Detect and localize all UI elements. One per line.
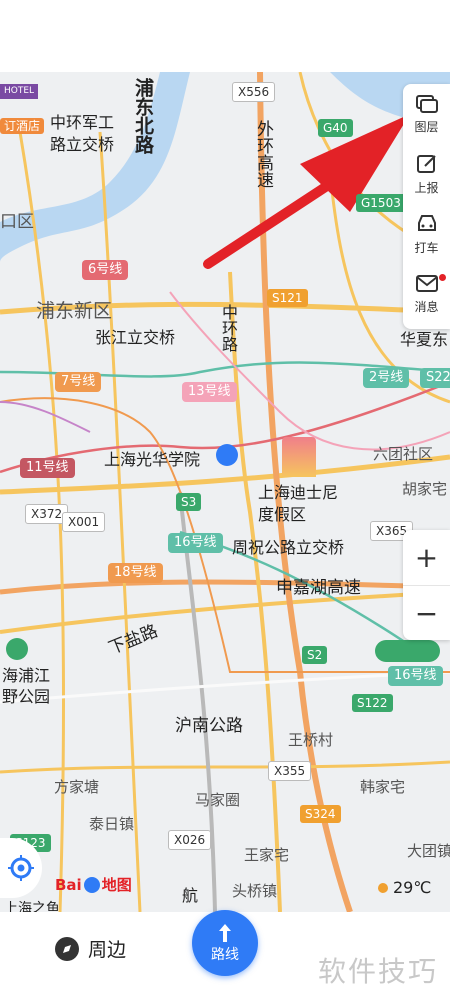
metro-line-badge: S22 [420,368,450,388]
place-label: 周祝公路立交桥 [232,538,345,557]
road-name-label: 沪南公路 [175,716,243,736]
sun-icon [378,883,388,893]
metro-line-badge: 16号线 [388,666,443,686]
metro-line-badge: 18号线 [108,563,163,583]
message-button[interactable]: 消息 [403,264,450,324]
place-label: 华夏东 [400,330,449,349]
report-icon [416,154,436,173]
baidu-logo-text: Bai [55,875,82,894]
place-label: 大团镇 [407,842,450,860]
place-label: 中环军工路立交桥 [50,113,115,154]
district-label: 浦东新区 [36,300,113,322]
right-tool-panel: 图层 上报 打车 消息 [403,84,450,329]
compass-icon [55,936,79,961]
park-icon [6,638,28,660]
baidu-paw-icon [83,876,100,893]
road-code-badge: G40 [318,119,353,137]
place-label: 张江立交桥 [95,328,176,347]
place-label: 上海之鱼 [4,901,60,912]
weather-widget[interactable]: 29℃ [378,878,431,897]
metro-line-badge: 11号线 [20,458,75,478]
metro-line-badge: 7号线 [55,372,102,392]
metro-line-badge: 6号线 [82,260,129,280]
report-button[interactable]: 上报 [403,144,450,204]
road-code-badge: X556 [232,82,276,102]
temperature: 29℃ [393,878,432,897]
road-code-badge: S122 [352,694,393,712]
road-code-badge: S2 [302,646,328,664]
nearby-label: 周边 [88,939,127,961]
metro-line-badge: 16号线 [168,533,223,553]
message-icon [415,274,438,292]
zoom-in-button[interactable]: + [403,530,450,586]
road-name-label: 浦东北路 [132,78,154,154]
road-code-badge: S121 [267,289,308,307]
road-name-label: 外环高速 [253,120,273,188]
place-label: 野公园 [2,687,51,706]
place-label: 泰日镇 [89,815,135,833]
locate-icon [8,855,34,881]
map-canvas[interactable]: HOTEL 订酒店 中环军工路立交桥 浦东北路 外环高速 口区 浦东新区 张江立… [0,72,450,912]
school-icon [216,444,238,466]
place-label: 头桥镇 [232,882,278,900]
hotel-chip: HOTEL [0,84,39,99]
layers-button[interactable]: 图层 [403,84,450,144]
message-label: 消息 [414,299,439,314]
place-label: 方家塘 [54,778,100,796]
taxi-label: 打车 [414,240,439,255]
route-arrow-icon [219,924,231,942]
hotel-label: 订酒店 [0,118,45,134]
layers-icon [415,94,438,113]
road-code-badge: X026 [168,830,212,850]
place-label: 胡家宅 [402,480,448,498]
place-label: 马家圈 [195,791,241,809]
place-label: 六团社区 [373,445,434,463]
panda-marker[interactable] [375,640,440,662]
nearby-button[interactable]: 周边 [54,935,126,962]
place-label: 海浦江 [2,666,51,685]
route-button[interactable]: 路线 [192,910,258,976]
metro-line-badge: 13号线 [182,382,237,402]
zoom-out-button[interactable]: − [403,586,450,641]
castle-icon [282,437,316,477]
road-code-badge: S3 [176,493,202,511]
taxi-icon [417,214,436,231]
place-label: 王桥村 [288,731,334,749]
road-code-badge: G1503 [356,194,406,212]
place-label: 韩家宅 [360,778,406,796]
zoom-controls: + − [403,530,450,640]
road-code-badge: X001 [62,512,106,532]
place-label: 王家宅 [244,846,290,864]
unread-dot [439,274,446,281]
status-area [0,0,450,72]
road-code-badge: S324 [300,805,341,823]
road-name-label: 申嘉湖高速 [276,578,361,598]
taxi-button[interactable]: 打车 [403,204,450,264]
baidu-logo-map-text: 地图 [101,876,132,894]
watermark: 软件技巧 [318,955,439,988]
place-label: 航 [182,886,199,905]
metro-line-badge: 2号线 [363,368,410,388]
place-label: 上海迪士尼度假区 [258,483,339,524]
road-code-badge: X355 [268,761,312,781]
place-label: 口区 [0,212,34,232]
baidu-logo: Bai 地图 [55,874,132,895]
report-label: 上报 [414,180,439,195]
route-label: 路线 [211,947,239,963]
layers-label: 图层 [414,119,439,134]
road-name-label: 中环路 [219,304,238,352]
place-label: 上海光华学院 [104,450,201,469]
